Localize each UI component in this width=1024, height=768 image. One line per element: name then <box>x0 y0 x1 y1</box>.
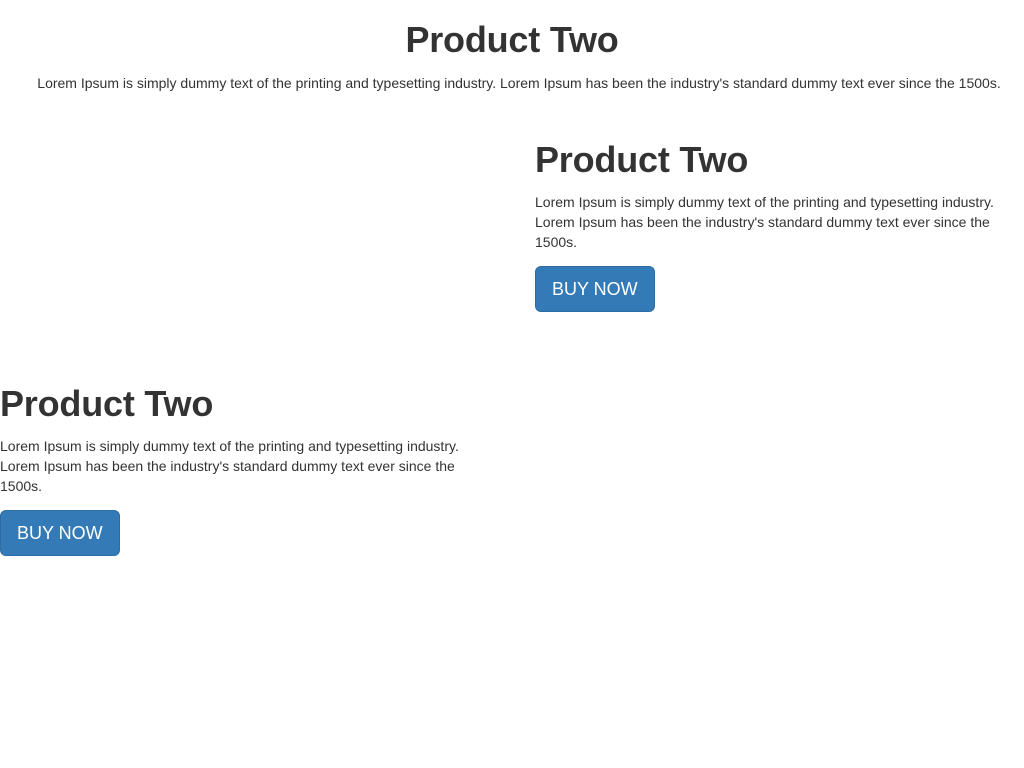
hero-section: Product Two Lorem Ipsum is simply dummy … <box>0 18 1024 93</box>
hero-description: Lorem Ipsum is simply dummy text of the … <box>37 75 1001 91</box>
product-title: Product Two <box>0 383 214 424</box>
hero-title: Product Two <box>405 19 619 60</box>
product-title: Product Two <box>535 139 749 180</box>
product-description: Lorem Ipsum is simply dummy text of the … <box>0 438 459 494</box>
buy-now-button[interactable]: BUY NOW <box>535 266 655 312</box>
buy-now-button[interactable]: BUY NOW <box>0 510 120 556</box>
product-card-right: Product Two Lorem Ipsum is simply dummy … <box>535 138 1015 312</box>
product-card-left: Product Two Lorem Ipsum is simply dummy … <box>0 382 480 556</box>
product-page: Product Two Lorem Ipsum is simply dummy … <box>0 0 1024 768</box>
product-description: Lorem Ipsum is simply dummy text of the … <box>535 194 994 250</box>
